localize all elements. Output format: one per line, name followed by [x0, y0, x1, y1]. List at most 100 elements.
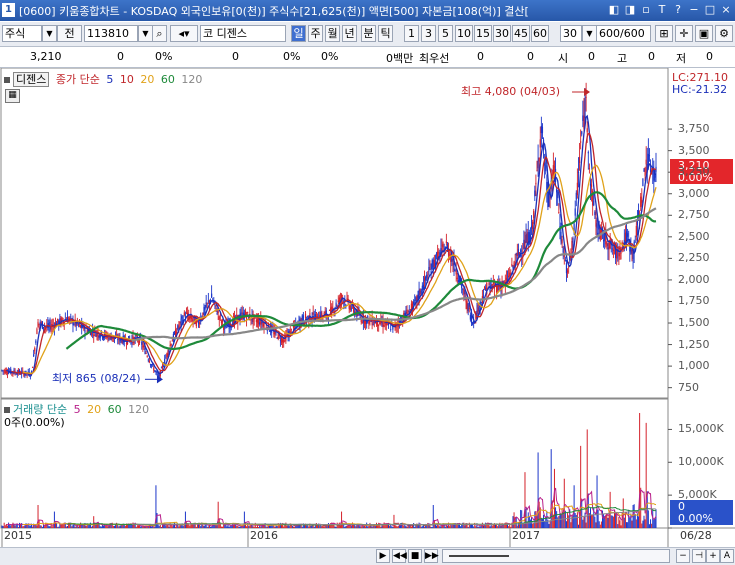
price-tick-label: 1,250 — [678, 337, 710, 351]
candle-body — [533, 210, 535, 219]
best-bid-label: 최우선 — [419, 52, 450, 65]
search-icon[interactable]: ⌕ — [152, 25, 167, 42]
scroll-first-icon[interactable]: ◀◀ — [392, 549, 407, 563]
zoom-out-icon[interactable]: − — [676, 549, 690, 563]
count-select[interactable]: 30 — [560, 25, 582, 42]
volume-tick-label: 10,000K — [678, 455, 724, 469]
candle-body — [15, 373, 17, 375]
candle-body — [374, 321, 377, 324]
stock-tab[interactable]: 디젠스 — [13, 72, 50, 87]
stock-code-input[interactable]: 113810 — [84, 25, 138, 42]
candle-body — [515, 253, 517, 256]
auto-scale-icon[interactable]: A — [720, 549, 734, 563]
maximize-icon[interactable]: □ — [703, 2, 717, 18]
minute-60[interactable]: 60 — [531, 25, 549, 42]
scroll-track[interactable] — [442, 549, 670, 563]
ma-legend-5: 5 — [106, 73, 114, 86]
candle-body — [636, 220, 639, 226]
interval-week[interactable]: 주 — [308, 25, 323, 42]
interval-minute[interactable]: 분 — [361, 25, 376, 42]
price-volume-chart[interactable] — [0, 68, 735, 547]
minute-5[interactable]: 5 — [438, 25, 453, 42]
candle-body — [640, 196, 642, 207]
count-dropdown-icon[interactable]: ▼ — [582, 25, 597, 42]
candle-body — [170, 344, 172, 346]
candle-body — [80, 325, 82, 328]
interval-tick[interactable]: 틱 — [378, 25, 393, 42]
price-tick-label: 3,000 — [678, 186, 710, 200]
high-annotation: 최고 4,080 (04/03) — [461, 85, 561, 98]
minute-10[interactable]: 10 — [455, 25, 473, 42]
market-dropdown-icon[interactable]: ▼ — [42, 25, 57, 42]
interval-year[interactable]: 년 — [342, 25, 357, 42]
layout-right-icon[interactable]: ◨ — [623, 2, 637, 18]
candle-body — [178, 326, 180, 328]
trade-amount: 0백만 — [386, 52, 414, 65]
candle-body — [421, 285, 423, 291]
candle-body — [574, 208, 576, 216]
candle-body — [572, 238, 574, 243]
candle-body — [301, 315, 303, 322]
sound-icon[interactable]: ◂▾ — [170, 25, 198, 42]
candle-body — [596, 223, 598, 229]
minute-30[interactable]: 30 — [493, 25, 511, 42]
interval-month[interactable]: 월 — [325, 25, 340, 42]
minimize-icon[interactable]: − — [687, 2, 701, 18]
period-button[interactable]: 전 — [57, 25, 82, 42]
text-icon[interactable]: T — [655, 2, 669, 18]
candle-body — [554, 168, 557, 182]
candle-tool-icon[interactable]: ⊞ — [655, 25, 673, 42]
candle-body — [290, 328, 292, 330]
candle-body — [565, 262, 568, 274]
layout-left-icon[interactable]: ◧ — [607, 2, 621, 18]
candle-body — [378, 324, 380, 327]
candle-body — [279, 340, 282, 342]
close-icon[interactable]: × — [719, 2, 733, 18]
scroll-thumb[interactable] — [449, 555, 509, 557]
scroll-bar[interactable]: ▶ ◀◀ ■ ▶▶ − ⊣ + A — [0, 547, 735, 565]
candle-body — [149, 364, 152, 365]
candle-body — [577, 171, 580, 173]
chart-area[interactable]: 디젠스 종가 단순 5 10 20 60 120 ▦ LC:271.10 HC:… — [0, 68, 735, 547]
minute-15[interactable]: 15 — [474, 25, 492, 42]
candle-body — [451, 258, 453, 262]
grid-toggle-icon[interactable]: ▦ — [5, 89, 20, 103]
zoom-in-icon[interactable]: + — [706, 549, 720, 563]
low-label: 저 — [676, 52, 687, 65]
candle-body — [280, 337, 283, 343]
candle-body — [38, 323, 40, 325]
candle-body — [455, 271, 457, 275]
scroll-last-icon[interactable]: ▶▶ — [424, 549, 439, 563]
help-icon[interactable]: ? — [671, 2, 685, 18]
candle-body — [141, 342, 143, 345]
window-option-icon[interactable]: ▫ — [639, 2, 653, 18]
year-label: 2015 — [4, 529, 32, 542]
settings-icon[interactable]: ⚙ — [715, 25, 733, 42]
scroll-left-icon[interactable]: ▶ — [376, 549, 390, 563]
candle-body — [191, 317, 193, 322]
candle-body — [70, 316, 72, 318]
zoom-slider-icon[interactable]: ⊣ — [692, 549, 706, 563]
candle-body — [197, 321, 200, 325]
save-icon[interactable]: ▣ — [695, 25, 713, 42]
volume-panel-frame — [0, 398, 669, 529]
market-select[interactable]: 주식 — [2, 25, 42, 42]
candle-body — [419, 289, 421, 295]
candle-body — [31, 367, 34, 368]
minute-1[interactable]: 1 — [404, 25, 419, 42]
range-field[interactable]: 600/600 — [596, 25, 651, 42]
candle-body — [530, 225, 533, 229]
stop-icon[interactable]: ■ — [408, 549, 422, 563]
code-dropdown-icon[interactable]: ▼ — [138, 25, 153, 42]
crosshair-icon[interactable]: ✛ — [675, 25, 693, 42]
price-tick-label: 3,750 — [678, 122, 710, 136]
interval-day[interactable]: 일 — [291, 25, 306, 42]
candle-body — [161, 365, 164, 369]
candle-body — [116, 334, 118, 336]
minute-45[interactable]: 45 — [512, 25, 530, 42]
candle-body — [207, 300, 209, 302]
candle-body — [597, 232, 599, 235]
candle-body — [307, 316, 309, 318]
minute-3[interactable]: 3 — [421, 25, 436, 42]
vol-ma-legend-120: 120 — [124, 403, 150, 416]
